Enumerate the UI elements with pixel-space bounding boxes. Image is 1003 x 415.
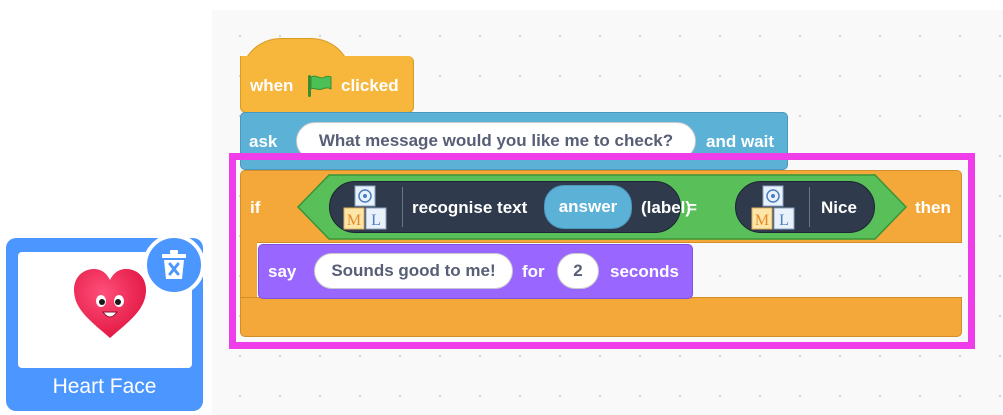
delete-sprite-button[interactable] xyxy=(143,234,205,296)
clicked-label: clicked xyxy=(341,76,399,95)
heart-face-icon xyxy=(74,269,146,338)
green-flag-icon xyxy=(308,75,332,97)
sprite-name: Heart Face xyxy=(52,375,157,398)
trash-icon xyxy=(162,250,186,279)
when-label: when xyxy=(250,76,294,95)
and-wait-label: and wait xyxy=(706,132,775,151)
highlight-frame xyxy=(229,153,975,349)
ask-label: ask xyxy=(249,132,278,151)
